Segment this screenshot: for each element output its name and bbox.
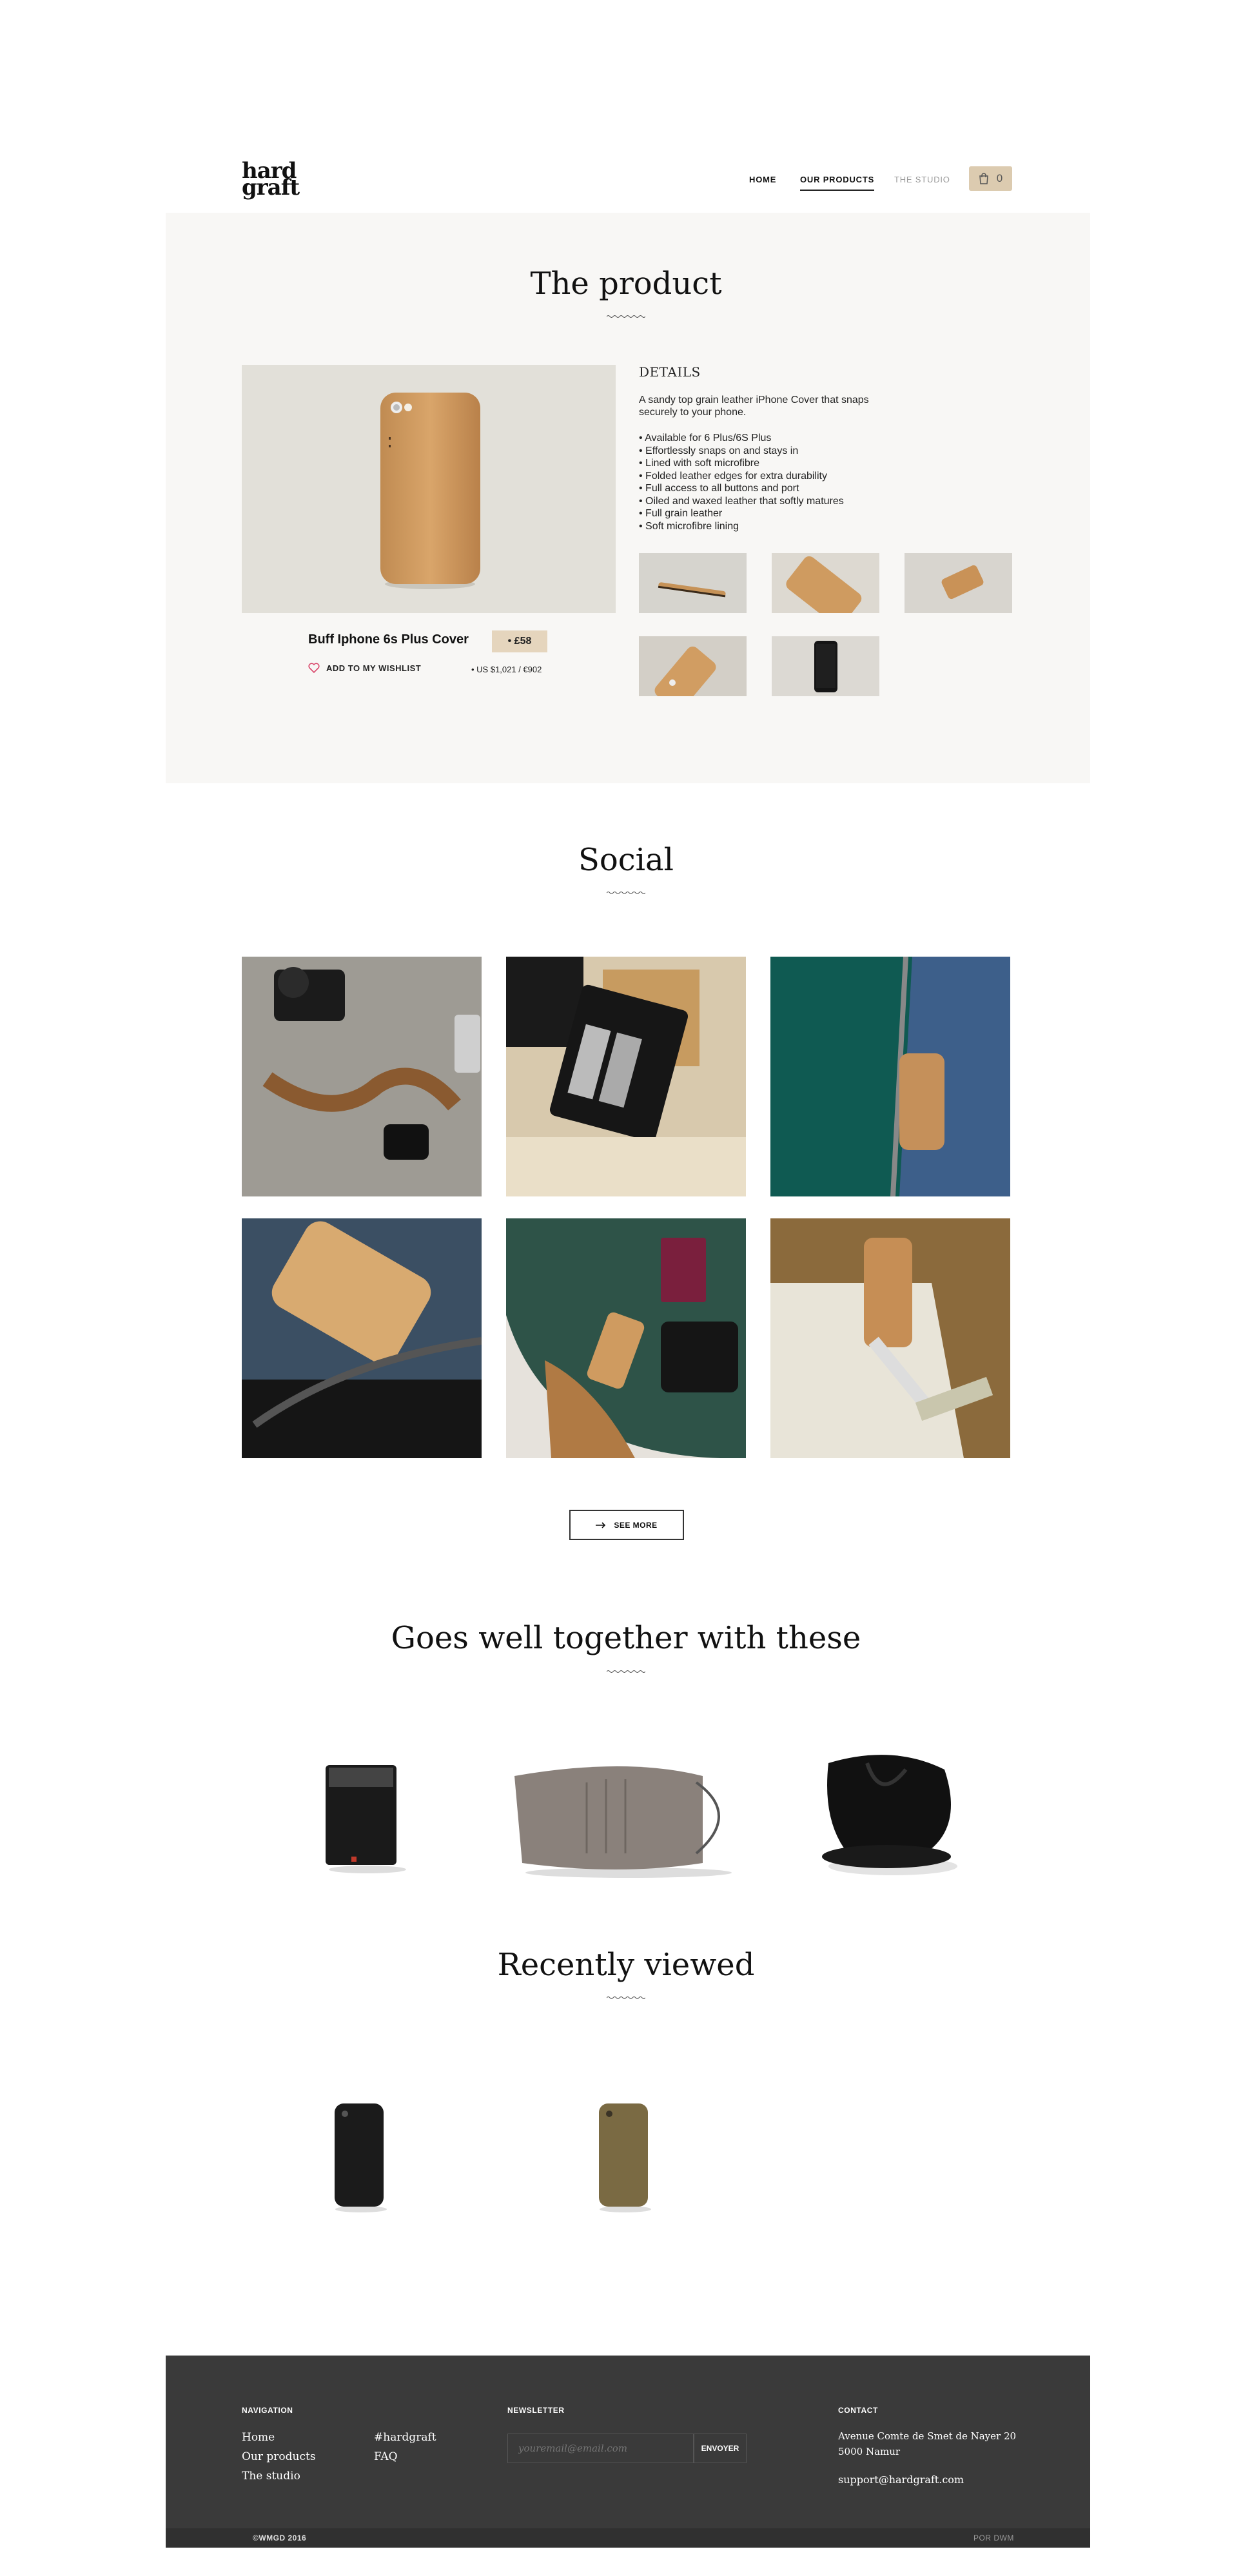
- feature-item: • Soft microfibre lining: [639, 520, 739, 532]
- social-photo[interactable]: [506, 957, 746, 1196]
- details-heading: DETAILS: [639, 364, 701, 380]
- shopping-bag-icon: [979, 173, 988, 184]
- contact-email-link[interactable]: support@hardgraft.com: [838, 2470, 964, 2490]
- footer-link-home[interactable]: Home: [242, 2428, 275, 2447]
- product-thumbnail[interactable]: [639, 636, 747, 696]
- logo[interactable]: hard graft: [242, 160, 300, 199]
- add-to-wishlist-link[interactable]: ADD TO MY WISHLIST: [308, 663, 421, 673]
- related-product[interactable]: [816, 1750, 970, 1879]
- footer-nav-heading: NAVIGATION: [242, 2406, 293, 2415]
- newsletter-heading: NEWSLETTER: [507, 2406, 565, 2415]
- social-title: Social: [578, 842, 674, 878]
- related-product[interactable]: [316, 1753, 419, 1876]
- newsletter-email-input[interactable]: [507, 2434, 694, 2463]
- feature-item: • Available for 6 Plus/6S Plus: [639, 433, 772, 444]
- contact-address-line1: Avenue Comte de Smet de Nayer 20: [838, 2430, 1017, 2442]
- title-underline: [607, 892, 645, 894]
- social-photo[interactable]: [242, 957, 482, 1196]
- recent-product[interactable]: [590, 2098, 654, 2214]
- contact-heading: CONTACT: [838, 2406, 878, 2415]
- product-section-title: The product: [530, 266, 722, 302]
- recent-product[interactable]: [326, 2098, 390, 2214]
- title-underline: [607, 1996, 645, 1999]
- together-title: Goes well together with these: [391, 1620, 861, 1656]
- product-thumbnail[interactable]: [905, 553, 1012, 613]
- footer-link-hardgraft[interactable]: #hardgraft: [374, 2428, 436, 2447]
- product-thumbnail[interactable]: [772, 636, 879, 696]
- feature-item: • Full grain leather: [639, 508, 723, 519]
- product-name: Buff Iphone 6s Plus Cover: [308, 632, 469, 647]
- product-thumbnail[interactable]: [772, 553, 879, 613]
- feature-item: • Effortlessly snaps on and stays in: [639, 445, 799, 456]
- credit-link[interactable]: POR DWM: [973, 2533, 1014, 2542]
- social-photo[interactable]: [242, 1218, 482, 1458]
- title-underline: [607, 315, 645, 318]
- feature-item: • Oiled and waxed leather that softly ma…: [639, 495, 844, 507]
- social-photo[interactable]: [506, 1218, 746, 1458]
- social-photo[interactable]: [770, 957, 1010, 1196]
- heart-icon: [308, 663, 320, 673]
- feature-item: • Full access to all buttons and port: [639, 483, 799, 494]
- cart-button[interactable]: 0: [969, 166, 1012, 191]
- nav-our-products[interactable]: OUR PRODUCTS: [800, 175, 875, 191]
- contact-address-line2: 5000 Namur: [838, 2446, 901, 2457]
- recently-viewed-title: Recently viewed: [497, 1947, 755, 1983]
- feature-list: • Available for 6 Plus/6S Plus • Effortl…: [639, 432, 844, 532]
- footer-link-our-products[interactable]: Our products: [242, 2447, 316, 2466]
- social-photo[interactable]: [770, 1218, 1010, 1458]
- nav-home[interactable]: HOME: [749, 175, 776, 184]
- feature-item: • Lined with soft microfibre: [639, 458, 760, 469]
- see-more-button[interactable]: SEE MORE: [569, 1510, 684, 1540]
- product-description: A sandy top grain leather iPhone Cover t…: [639, 395, 869, 418]
- alternate-price: • US $1,021 / €902: [471, 665, 542, 674]
- related-product[interactable]: [509, 1757, 748, 1879]
- footer-link-faq[interactable]: FAQ: [374, 2447, 398, 2466]
- cart-count: 0: [996, 172, 1003, 184]
- see-more-label: SEE MORE: [614, 1520, 658, 1530]
- footer-link-the-studio[interactable]: The studio: [242, 2466, 300, 2486]
- wishlist-label: ADD TO MY WISHLIST: [326, 663, 422, 673]
- nav-the-studio[interactable]: THE STUDIO: [894, 175, 950, 184]
- product-main-image[interactable]: [242, 365, 616, 613]
- copyright: ©WMGD 2016: [253, 2533, 307, 2542]
- newsletter-submit-button[interactable]: ENVOYER: [694, 2434, 747, 2463]
- feature-item: • Folded leather edges for extra durabil…: [639, 470, 827, 482]
- product-thumbnail[interactable]: [639, 553, 747, 613]
- price-badge: • £58: [492, 630, 547, 652]
- title-underline: [607, 1670, 645, 1673]
- arrow-right-icon: [596, 1521, 606, 1528]
